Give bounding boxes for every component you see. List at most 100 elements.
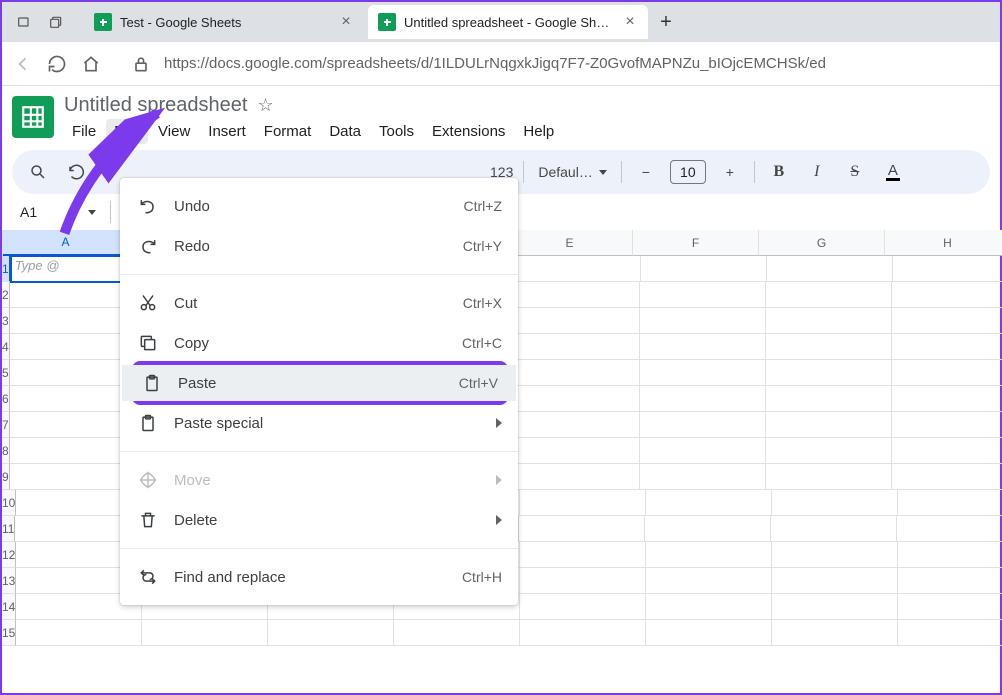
row-header[interactable]: 2: [2, 282, 10, 308]
cell[interactable]: [771, 516, 897, 542]
cell[interactable]: [640, 334, 766, 360]
cell[interactable]: [892, 386, 1002, 412]
row-header[interactable]: 8: [2, 438, 10, 464]
font-selector[interactable]: Defaul…: [534, 164, 610, 180]
menu-redo[interactable]: Redo Ctrl+Y: [120, 226, 518, 266]
row-header[interactable]: 5: [2, 360, 10, 386]
cell[interactable]: [640, 464, 766, 490]
cell[interactable]: [898, 568, 1002, 594]
row-header[interactable]: 10: [2, 490, 16, 516]
cell[interactable]: [268, 620, 394, 646]
cell[interactable]: [640, 282, 766, 308]
cell[interactable]: [640, 308, 766, 334]
cell[interactable]: [898, 490, 1002, 516]
menu-copy[interactable]: Copy Ctrl+C: [120, 323, 518, 363]
menu-find-replace[interactable]: Find and replace Ctrl+H: [120, 557, 518, 597]
cell[interactable]: [892, 464, 1002, 490]
cell[interactable]: [772, 568, 898, 594]
cell[interactable]: [766, 308, 892, 334]
menu-insert[interactable]: Insert: [200, 119, 254, 144]
cell[interactable]: [514, 412, 640, 438]
increase-font-button[interactable]: +: [716, 158, 744, 186]
menu-tools[interactable]: Tools: [371, 119, 422, 144]
cell[interactable]: [640, 386, 766, 412]
cell[interactable]: [646, 542, 772, 568]
cell[interactable]: [10, 412, 136, 438]
cell[interactable]: [646, 568, 772, 594]
cell[interactable]: [520, 568, 646, 594]
row-header[interactable]: 9: [2, 464, 10, 490]
cell[interactable]: [898, 542, 1002, 568]
cell[interactable]: [892, 334, 1002, 360]
search-icon[interactable]: [24, 158, 52, 186]
refresh-icon[interactable]: [46, 53, 68, 75]
cell[interactable]: [142, 620, 268, 646]
cell[interactable]: [10, 438, 136, 464]
text-color-button[interactable]: A: [879, 158, 907, 186]
browser-tab-inactive[interactable]: Test - Google Sheets ×: [84, 5, 364, 39]
cell[interactable]: [892, 282, 1002, 308]
back-icon[interactable]: [12, 53, 34, 75]
cell[interactable]: [766, 282, 892, 308]
cell[interactable]: [10, 464, 136, 490]
cell[interactable]: [898, 620, 1002, 646]
cell[interactable]: [897, 516, 1002, 542]
cell[interactable]: [514, 308, 640, 334]
menu-paste-special[interactable]: Paste special: [120, 403, 518, 443]
row-header[interactable]: 14: [2, 594, 16, 620]
cell[interactable]: [766, 464, 892, 490]
bold-button[interactable]: B: [765, 158, 793, 186]
cell[interactable]: [646, 594, 772, 620]
cell[interactable]: [10, 386, 136, 412]
cell[interactable]: [767, 256, 893, 282]
cell[interactable]: [514, 282, 640, 308]
column-header[interactable]: E: [507, 230, 633, 256]
menu-format[interactable]: Format: [256, 119, 320, 144]
cell[interactable]: [766, 412, 892, 438]
column-header[interactable]: H: [885, 230, 1002, 256]
row-header[interactable]: 1: [2, 256, 11, 282]
menu-delete[interactable]: Delete: [120, 500, 518, 540]
cell[interactable]: [766, 334, 892, 360]
cell[interactable]: [772, 620, 898, 646]
browser-tab-active[interactable]: Untitled spreadsheet - Google Sheets ×: [368, 5, 648, 39]
cell[interactable]: [766, 360, 892, 386]
cell[interactable]: [10, 282, 136, 308]
cell[interactable]: [514, 360, 640, 386]
cell[interactable]: [16, 620, 142, 646]
sheets-logo-icon[interactable]: [12, 96, 54, 138]
cell[interactable]: [394, 620, 520, 646]
cell[interactable]: [892, 308, 1002, 334]
row-header[interactable]: 13: [2, 568, 16, 594]
new-tab-button[interactable]: +: [652, 8, 680, 36]
cell[interactable]: [520, 594, 646, 620]
cell[interactable]: [772, 542, 898, 568]
row-header[interactable]: 11: [2, 516, 15, 542]
cell[interactable]: [641, 256, 767, 282]
lock-icon[interactable]: [130, 53, 152, 75]
cell[interactable]: [10, 360, 136, 386]
cell[interactable]: [640, 360, 766, 386]
cell[interactable]: [520, 490, 646, 516]
menu-paste[interactable]: Paste Ctrl+V: [122, 365, 516, 401]
window-control-icon[interactable]: [10, 8, 38, 36]
window-control-icon[interactable]: [42, 8, 70, 36]
cell[interactable]: [898, 594, 1002, 620]
cell[interactable]: [514, 464, 640, 490]
row-header[interactable]: 3: [2, 308, 10, 334]
row-header[interactable]: 4: [2, 334, 10, 360]
cell[interactable]: [514, 334, 640, 360]
column-header[interactable]: G: [759, 230, 885, 256]
menu-cut[interactable]: Cut Ctrl+X: [120, 283, 518, 323]
cell[interactable]: [515, 256, 641, 282]
cell[interactable]: [10, 308, 136, 334]
menu-undo[interactable]: Undo Ctrl+Z: [120, 186, 518, 226]
cell[interactable]: [892, 360, 1002, 386]
cell[interactable]: [892, 412, 1002, 438]
cell[interactable]: [766, 386, 892, 412]
cell[interactable]: [646, 620, 772, 646]
cell[interactable]: [514, 438, 640, 464]
strikethrough-button[interactable]: S: [841, 158, 869, 186]
row-header[interactable]: 12: [2, 542, 16, 568]
cell[interactable]: [645, 516, 771, 542]
